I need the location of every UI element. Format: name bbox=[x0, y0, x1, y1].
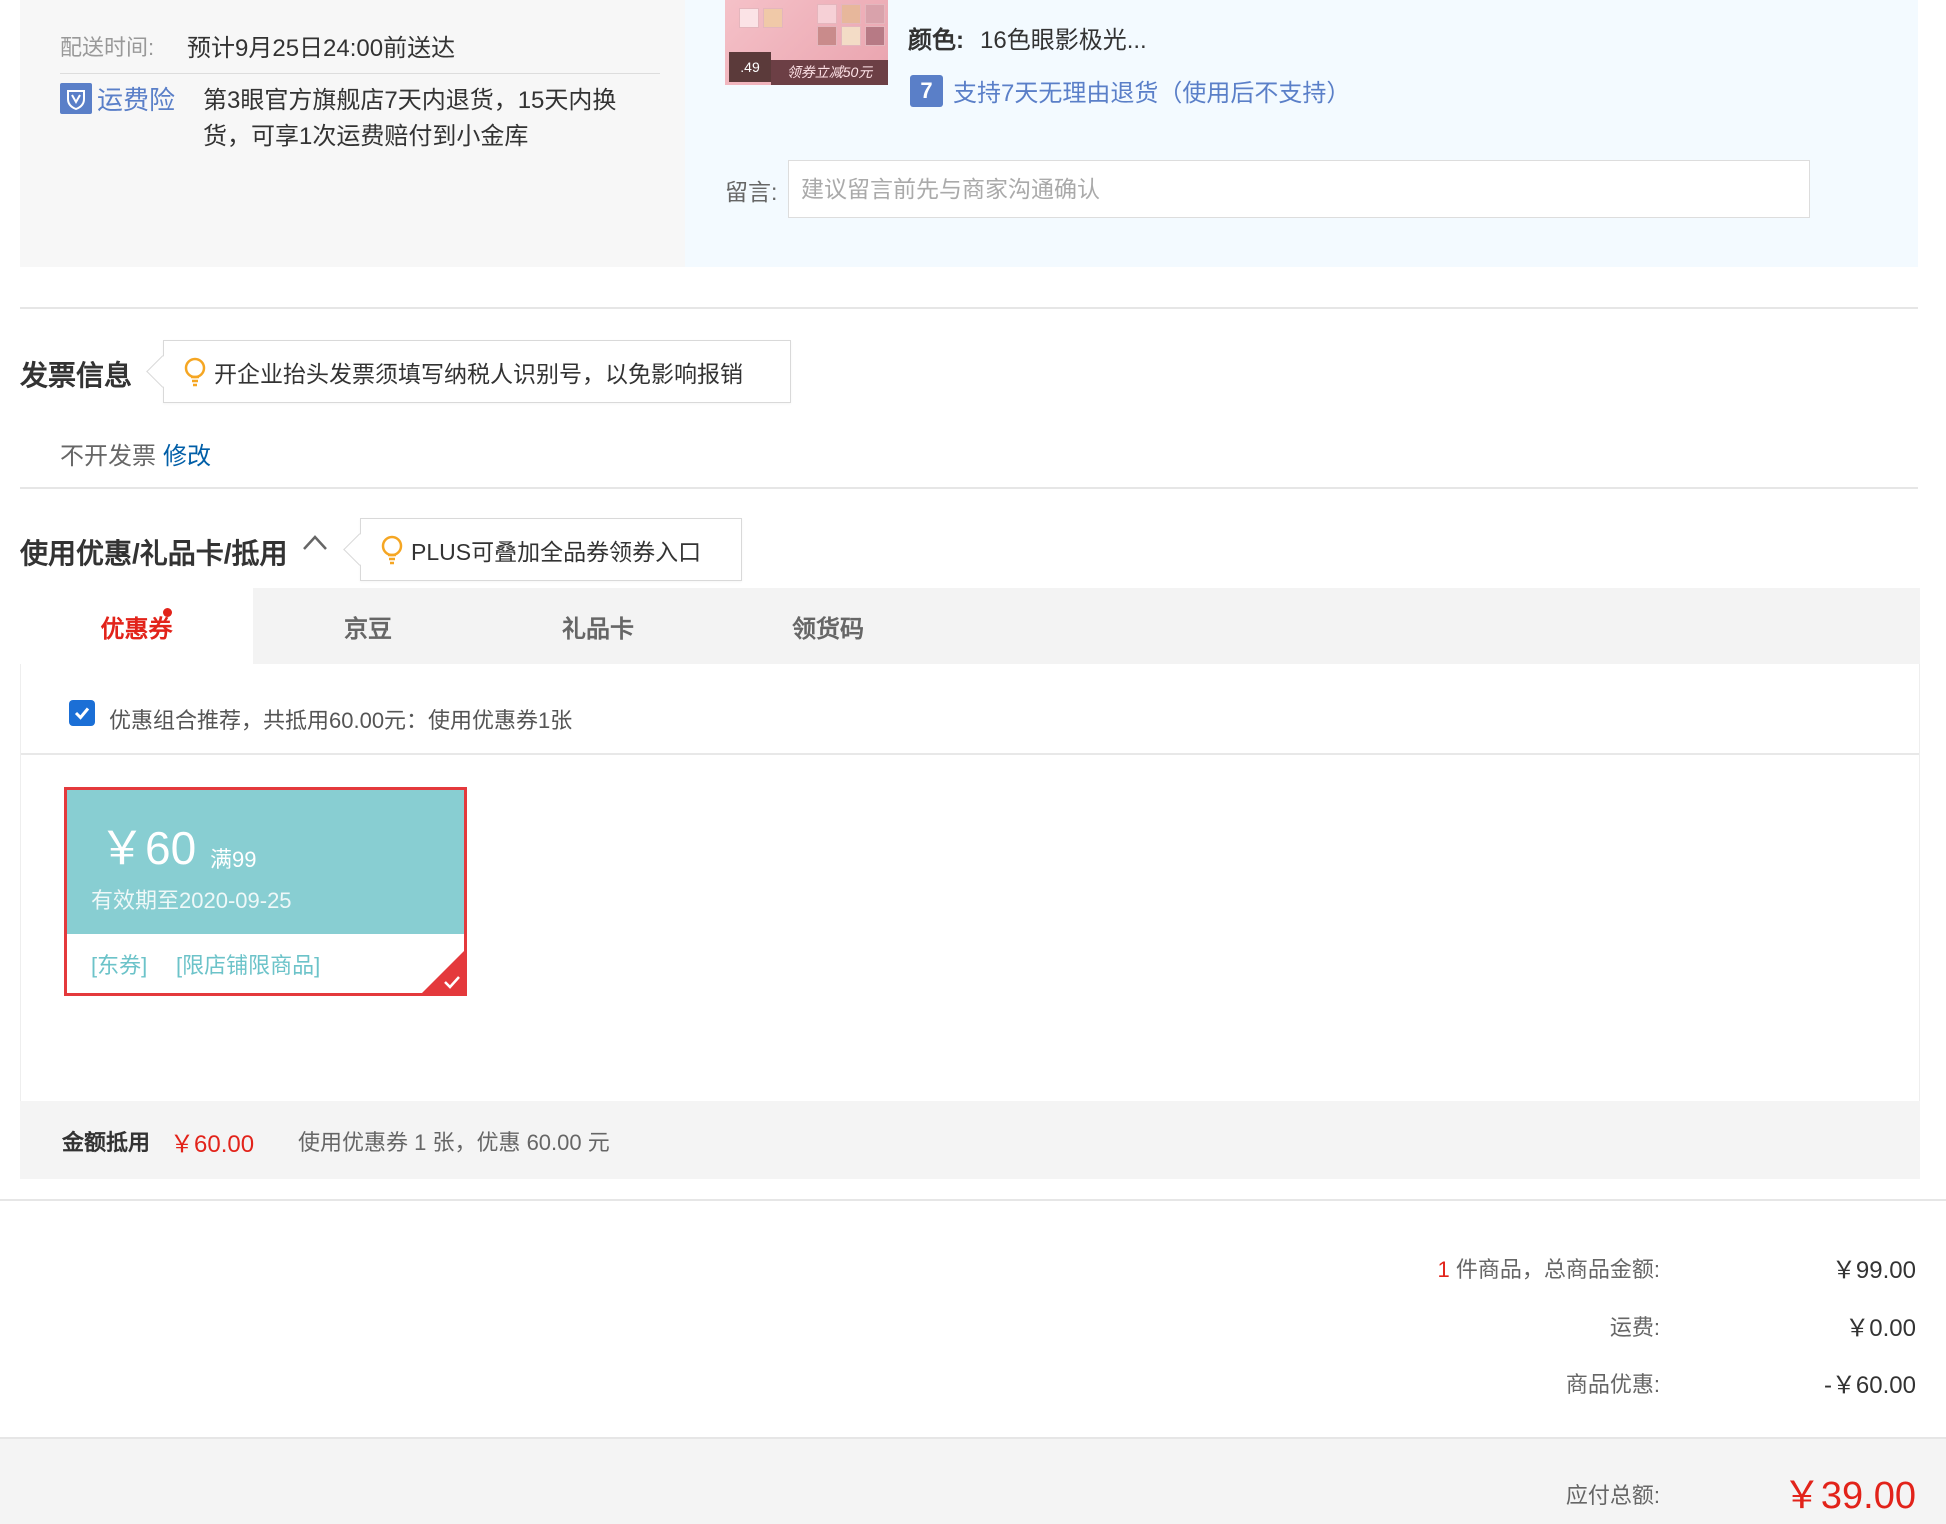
plus-coupon-tip[interactable]: PLUS可叠加全品券领券入口 bbox=[360, 518, 742, 581]
discount-title: 使用优惠/礼品卡/抵用 bbox=[20, 538, 288, 569]
shipping-fee-label: 运费: bbox=[1609, 1315, 1660, 1340]
delivery-time-value: 预计9月25日24:00前送达 bbox=[187, 35, 456, 62]
notification-dot bbox=[163, 608, 172, 617]
chevron-up-icon[interactable] bbox=[302, 533, 328, 556]
tab-jd-beans[interactable]: 京豆 bbox=[253, 588, 483, 664]
invoice-status: 不开发票 bbox=[60, 443, 156, 470]
tab-coupons[interactable]: 优惠券 bbox=[20, 588, 253, 664]
color-value: 16色眼影极光... bbox=[980, 27, 1147, 54]
note-label: 留言: bbox=[725, 179, 778, 205]
check-icon bbox=[444, 976, 460, 989]
insurance-text-line1: 第3眼官方旗舰店7天内退货，15天内换 bbox=[203, 87, 617, 114]
thumb-badge: .49 bbox=[729, 52, 771, 82]
coupon-card[interactable]: ￥60 满99 有效期至2020-09-25 [东券] [限店铺限商品] bbox=[64, 787, 467, 996]
tab-gift-card-label: 礼品卡 bbox=[562, 615, 634, 643]
invoice-edit-link[interactable]: 修改 bbox=[163, 436, 211, 471]
product-thumbnail[interactable]: .49 领券立减50元 bbox=[725, 0, 888, 85]
coupon-condition: 满99 bbox=[210, 847, 257, 872]
tab-gift-card[interactable]: 礼品卡 bbox=[483, 588, 713, 664]
insurance-label[interactable]: 运费险 bbox=[97, 80, 175, 117]
tab-redeem-code[interactable]: 领货码 bbox=[713, 588, 943, 664]
lightbulb-icon bbox=[381, 535, 403, 565]
item-total-row-label: 1 件商品，总商品金额: bbox=[1100, 1252, 1661, 1284]
summary-label: 金额抵用 bbox=[62, 1130, 151, 1155]
divider bbox=[20, 307, 1918, 309]
item-count: 1 bbox=[1437, 1257, 1450, 1282]
color-label: 颜色: bbox=[908, 27, 964, 54]
tab-jd-beans-label: 京豆 bbox=[344, 615, 392, 643]
shield-icon bbox=[60, 83, 92, 114]
payable-amount: ￥39.00 bbox=[1782, 1475, 1916, 1517]
product-discount-amount: -￥60.00 bbox=[1823, 1372, 1916, 1399]
return-policy-text[interactable]: 支持7天无理由退货（使用后不支持） bbox=[953, 73, 1350, 108]
item-total-amount: ￥99.00 bbox=[1831, 1257, 1916, 1284]
summary-detail: 使用优惠券 1 张，优惠 60.00 元 bbox=[298, 1130, 610, 1155]
divider bbox=[0, 1199, 1946, 1201]
coupon-header: ￥60 满99 有效期至2020-09-25 bbox=[67, 790, 464, 934]
item-total-label: 件商品，总商品金额: bbox=[1455, 1257, 1660, 1282]
thumb-banner: 领券立减50元 bbox=[771, 60, 888, 85]
shipping-fee-amount: ￥0.00 bbox=[1845, 1315, 1916, 1342]
combo-checkbox[interactable] bbox=[69, 700, 95, 726]
coupon-validity: 有效期至2020-09-25 bbox=[91, 888, 292, 913]
coupon-tag-shop: [限店铺限商品] bbox=[176, 953, 321, 978]
summary-amount: ￥60.00 bbox=[170, 1131, 255, 1158]
coupon-tag-jd: [东券] bbox=[91, 953, 148, 978]
discount-tab-bar: 优惠券 京豆 礼品卡 领货码 bbox=[20, 588, 1920, 664]
delivery-time-label: 配送时间: bbox=[60, 35, 155, 60]
coupon-amount: ￥60 bbox=[99, 822, 197, 874]
invoice-tip: 开企业抬头发票须填写纳税人识别号，以免影响报销 bbox=[163, 340, 791, 403]
plus-coupon-tip-text: PLUS可叠加全品券领券入口 bbox=[411, 538, 702, 565]
tab-coupons-label: 优惠券 bbox=[100, 615, 173, 643]
tab-redeem-code-label: 领货码 bbox=[792, 615, 864, 643]
divider bbox=[60, 73, 660, 74]
invoice-title: 发票信息 bbox=[20, 360, 133, 391]
note-input[interactable] bbox=[788, 160, 1810, 218]
divider bbox=[21, 753, 1919, 755]
return-policy-icon: 7 bbox=[910, 75, 943, 107]
payable-label: 应付总额: bbox=[1565, 1483, 1660, 1508]
invoice-tip-text: 开企业抬头发票须填写纳税人识别号，以免影响报销 bbox=[214, 360, 743, 387]
lightbulb-icon bbox=[184, 357, 206, 387]
divider bbox=[20, 487, 1918, 489]
product-discount-label: 商品优惠: bbox=[1565, 1372, 1660, 1397]
insurance-text-line2: 货，可享1次运费赔付到小金库 bbox=[203, 123, 529, 150]
combo-text: 优惠组合推荐，共抵用60.00元：使用优惠券1张 bbox=[109, 708, 573, 733]
